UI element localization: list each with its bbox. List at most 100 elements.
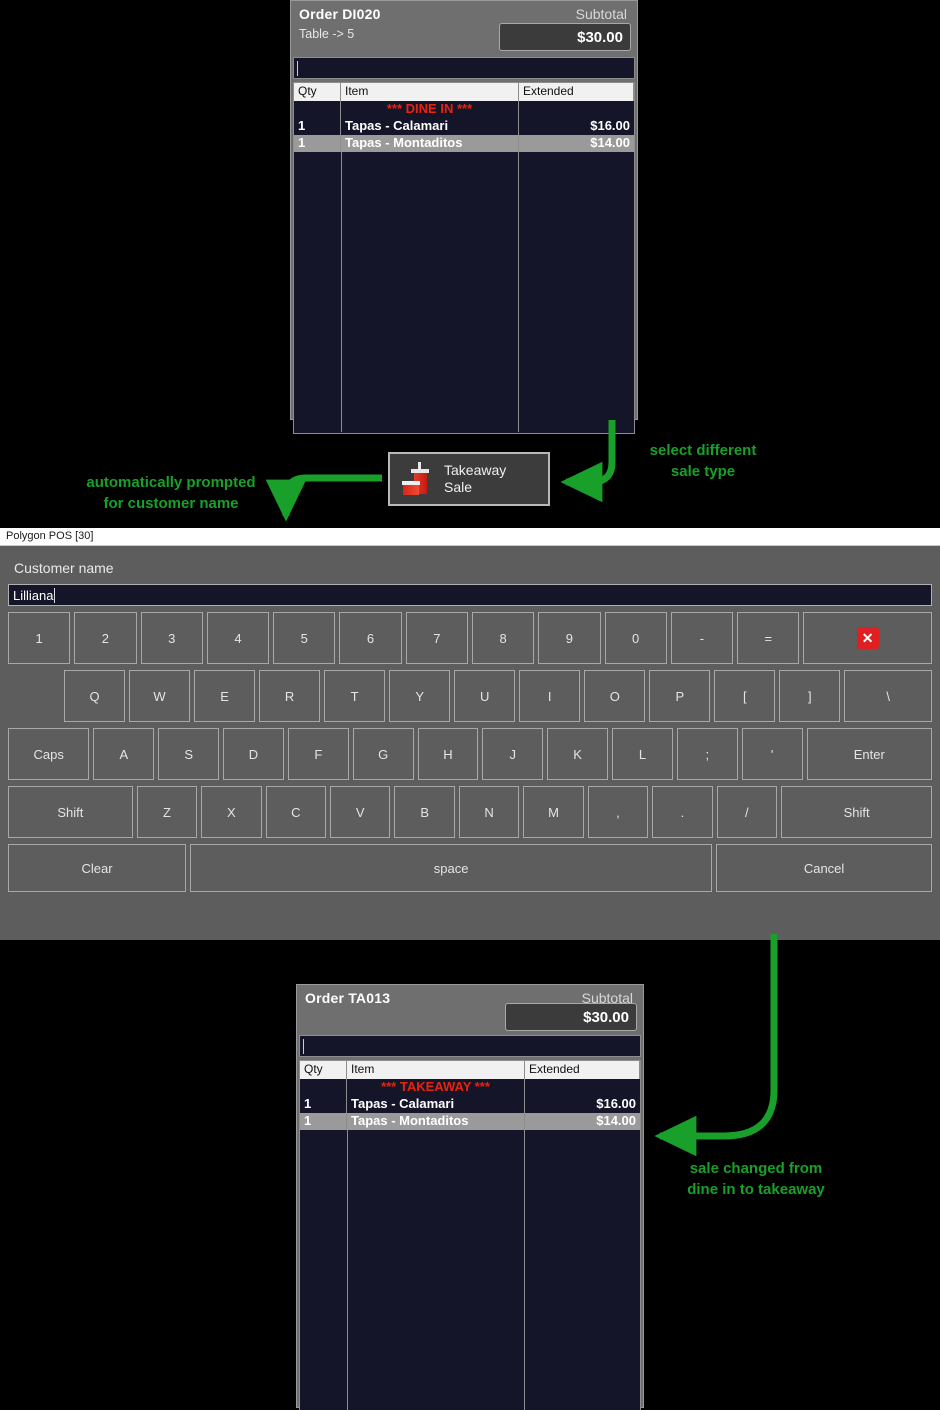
clear-button[interactable]: Clear [8, 844, 187, 892]
key-caps[interactable]: Caps [8, 728, 90, 780]
key-equals[interactable]: = [737, 612, 800, 664]
key-t[interactable]: T [324, 670, 386, 722]
key-k[interactable]: K [547, 728, 609, 780]
text-caret [297, 61, 298, 76]
cell-item: Tapas - Calamari [341, 118, 519, 135]
key-m[interactable]: M [523, 786, 584, 838]
close-icon: ✕ [856, 627, 879, 649]
key-q[interactable]: Q [64, 670, 126, 722]
key-minus[interactable]: - [670, 612, 734, 664]
key-backslash[interactable]: \ [844, 670, 932, 722]
sale-type-banner: *** TAKEAWAY *** [347, 1079, 525, 1096]
column-header-qty: Qty [294, 83, 341, 101]
cell-qty: 1 [300, 1113, 347, 1130]
column-header-qty: Qty [300, 1061, 347, 1079]
cancel-button[interactable]: Cancel [716, 844, 932, 892]
keyboard-row-bottom: Clear space Cancel [8, 844, 932, 892]
key-w[interactable]: W [129, 670, 191, 722]
order-header: Order TA013 Subtotal $30.00 [297, 985, 643, 1035]
dialog-titlebar: Polygon POS [30] [0, 528, 940, 546]
key-o[interactable]: O [584, 670, 646, 722]
key-bracket-left[interactable]: [ [714, 670, 776, 722]
arrow-prompt-customer-name [265, 474, 382, 522]
key-r[interactable]: R [259, 670, 321, 722]
key-x[interactable]: X [201, 786, 262, 838]
key-slash[interactable]: / [716, 786, 778, 838]
key-e[interactable]: E [194, 670, 256, 722]
cell-extended: $14.00 [596, 1113, 636, 1128]
key-5[interactable]: 5 [273, 612, 336, 664]
key-s[interactable]: S [158, 728, 220, 780]
keyboard-row-qwerty: Q W E R T Y U I O P [ ] \ [8, 670, 932, 722]
key-6[interactable]: 6 [339, 612, 402, 664]
key-i[interactable]: I [519, 670, 581, 722]
key-n[interactable]: N [458, 786, 520, 838]
annotation-prompted-for-name: automatically prompted for customer name [86, 474, 256, 512]
table-row[interactable]: 1 Tapas - Montaditos $14.00 [300, 1113, 640, 1130]
sale-type-banner-row: *** TAKEAWAY *** [300, 1079, 640, 1096]
key-0[interactable]: 0 [604, 612, 667, 664]
keyboard-row-home: Caps A S D F G H J K L ; ' Enter [8, 728, 933, 780]
cell-qty: 1 [294, 118, 341, 135]
space-button[interactable]: space [190, 844, 713, 892]
column-header-item: Item [347, 1061, 525, 1079]
key-2[interactable]: 2 [74, 612, 137, 664]
order-search-input[interactable] [293, 57, 635, 79]
key-u[interactable]: U [454, 670, 516, 722]
customer-name-input[interactable]: Lilliana [8, 584, 932, 606]
key-shift-right[interactable]: Shift [781, 786, 933, 838]
key-comma[interactable]: , [587, 786, 649, 838]
screenshot-canvas: Order DI020 Subtotal Table -> 5 $30.00 Q… [0, 0, 940, 1410]
cell-qty: 1 [300, 1096, 347, 1113]
grid-empty-area [294, 152, 634, 432]
column-header-extended: Extended [525, 1061, 640, 1079]
takeaway-cup-icon [402, 462, 434, 496]
key-7[interactable]: 7 [405, 612, 468, 664]
keyboard-row-numbers: 1 2 3 4 5 6 7 8 9 0 - = ✕ [8, 612, 932, 664]
key-c[interactable]: C [265, 786, 327, 838]
key-y[interactable]: Y [389, 670, 451, 722]
annotation-sale-changed: sale changed from dine in to takeaway [687, 1160, 825, 1198]
grid-empty-area [300, 1130, 640, 1410]
cell-item: Tapas - Montaditos [341, 135, 519, 152]
key-period[interactable]: . [652, 786, 713, 838]
table-row[interactable]: 1 Tapas - Montaditos $14.00 [294, 135, 634, 152]
cell-qty: 1 [294, 135, 341, 152]
key-d[interactable]: D [223, 728, 284, 780]
takeaway-label-line2: Sale [444, 479, 473, 495]
cell-extended: $14.00 [590, 135, 630, 150]
takeaway-sale-button[interactable]: Takeaway Sale [388, 452, 550, 506]
key-shift-left[interactable]: Shift [8, 786, 133, 838]
key-backspace[interactable]: ✕ [803, 612, 932, 664]
text-caret [54, 587, 56, 603]
key-bracket-right[interactable]: ] [779, 670, 841, 722]
key-z[interactable]: Z [136, 786, 198, 838]
key-apostrophe[interactable]: ' [741, 728, 803, 780]
key-8[interactable]: 8 [471, 612, 535, 664]
key-enter[interactable]: Enter [806, 728, 933, 780]
key-g[interactable]: G [352, 728, 414, 780]
key-h[interactable]: H [417, 728, 479, 780]
key-p[interactable]: P [649, 670, 711, 722]
table-row[interactable]: 1 Tapas - Calamari $16.00 [300, 1096, 640, 1113]
key-l[interactable]: L [612, 728, 673, 780]
key-4[interactable]: 4 [206, 612, 270, 664]
key-a[interactable]: A [93, 728, 155, 780]
cell-extended: $16.00 [596, 1096, 636, 1111]
key-b[interactable]: B [394, 786, 455, 838]
grid-column-headers: Qty Item Extended [294, 83, 634, 101]
text-caret [303, 1039, 304, 1054]
key-9[interactable]: 9 [538, 612, 601, 664]
key-1[interactable]: 1 [8, 612, 71, 664]
key-v[interactable]: V [330, 786, 391, 838]
dialog-title: Polygon POS [30] [6, 530, 94, 542]
key-j[interactable]: J [482, 728, 544, 780]
order-search-input[interactable] [299, 1035, 641, 1057]
sale-type-banner: *** DINE IN *** [341, 101, 519, 118]
key-semicolon[interactable]: ; [676, 728, 738, 780]
key-f[interactable]: F [287, 728, 349, 780]
takeaway-label-line1: Takeaway [444, 462, 507, 478]
key-3[interactable]: 3 [140, 612, 203, 664]
table-row[interactable]: 1 Tapas - Calamari $16.00 [294, 118, 634, 135]
cell-item: Tapas - Montaditos [347, 1113, 525, 1130]
